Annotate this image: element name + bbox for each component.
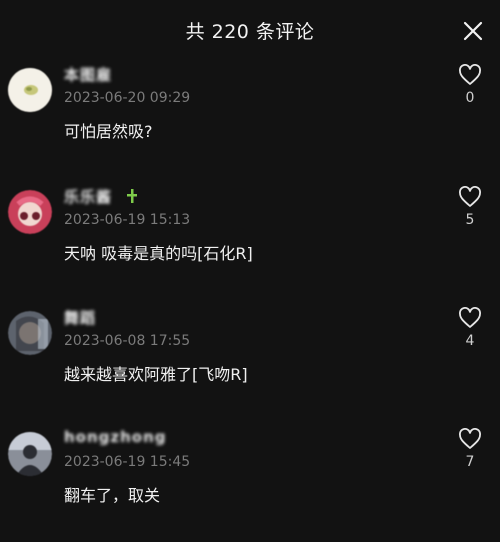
heart-icon	[459, 428, 481, 449]
comment-item: hongzhong 2023-06-19 15:45 翻车了，取关 7	[0, 424, 500, 542]
like-count: 4	[465, 333, 475, 349]
like-count: 7	[465, 454, 475, 470]
heart-icon	[459, 186, 481, 207]
avatar[interactable]	[8, 68, 52, 112]
comment-count-title: 共 220 条评论	[185, 21, 315, 43]
username[interactable]: 乐乐酱	[64, 186, 112, 207]
like-button[interactable]: 4	[456, 307, 484, 349]
avatar[interactable]	[8, 190, 52, 234]
avatar[interactable]	[8, 432, 52, 476]
comments-header: 共 220 条评论	[0, 0, 500, 62]
like-count: 5	[465, 212, 475, 228]
comment-timestamp: 2023-06-19 15:45	[64, 454, 191, 470]
like-button[interactable]: 0	[456, 64, 484, 106]
comment-text: 越来越喜欢阿雅了[飞吻R]	[64, 365, 248, 384]
like-button[interactable]: 7	[456, 428, 484, 470]
like-button[interactable]: 5	[456, 186, 484, 228]
comment-timestamp: 2023-06-19 15:13	[64, 212, 191, 228]
avatar[interactable]	[8, 311, 52, 355]
comment-item: 乐乐酱 2023-06-19 15:13 天呐 吸毒是真的吗[石化R] 5	[0, 182, 500, 300]
username[interactable]: hongzhong	[64, 428, 167, 446]
badge-icon	[126, 188, 138, 204]
username[interactable]: 本图雇	[64, 64, 112, 85]
heart-icon	[459, 307, 481, 328]
comment-item: 本图雇 2023-06-20 09:29 可怕居然吸? 0	[0, 60, 500, 178]
comment-timestamp: 2023-06-08 17:55	[64, 333, 191, 349]
comment-text: 天呐 吸毒是真的吗[石化R]	[64, 244, 253, 263]
like-count: 0	[465, 90, 475, 106]
close-icon[interactable]	[462, 20, 484, 42]
heart-icon	[459, 64, 481, 85]
username[interactable]: 舞蹈	[64, 307, 96, 328]
comment-item: 舞蹈 2023-06-08 17:55 越来越喜欢阿雅了[飞吻R] 4	[0, 303, 500, 421]
comment-text: 翻车了，取关	[64, 486, 161, 505]
comment-text: 可怕居然吸?	[64, 122, 153, 141]
comment-timestamp: 2023-06-20 09:29	[64, 90, 191, 106]
